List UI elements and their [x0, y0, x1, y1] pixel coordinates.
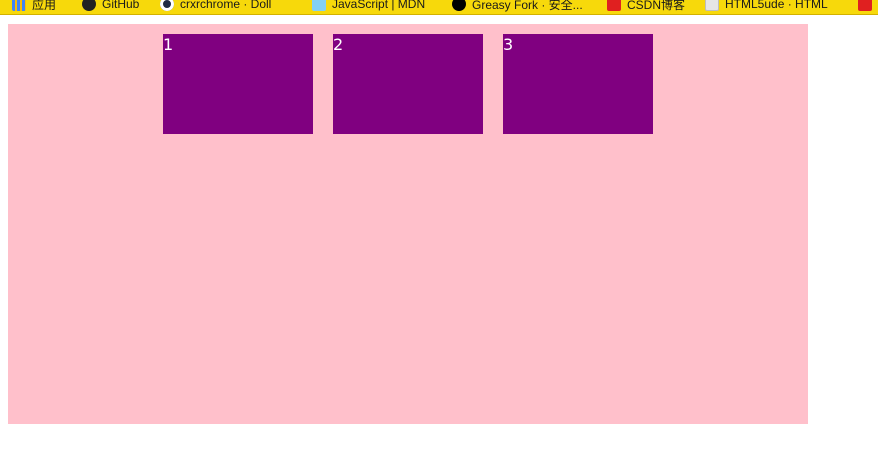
html5-icon — [705, 0, 719, 11]
github-icon — [82, 0, 96, 11]
bookmark-overflow[interactable] — [858, 0, 878, 14]
purple-box-3: 3 — [503, 34, 653, 134]
bookmark-label: HTML5ude · HTML — [725, 0, 828, 11]
bookmark-csdn[interactable]: CSDN博客 — [607, 0, 685, 14]
bookmark-label: crxrchrome · Doll — [180, 0, 272, 11]
bookmark-label: 应用 — [32, 0, 57, 12]
bookmark-greasy-fork[interactable]: Greasy Fork · 安全... — [452, 0, 583, 14]
bookmark-apps[interactable]: 应用 — [12, 0, 56, 14]
box-label: 3 — [503, 35, 514, 54]
box-label: 1 — [163, 35, 174, 54]
bookmark-mdn[interactable]: JavaScript | MDN — [312, 0, 425, 14]
bookmark-crx[interactable]: crxrchrome · Doll — [160, 0, 271, 14]
mdn-icon — [312, 0, 326, 11]
bookmark-github[interactable]: GitHub — [82, 0, 139, 14]
purple-box-2: 2 — [333, 34, 483, 134]
bookmark-label: JavaScript | MDN — [332, 0, 426, 11]
purple-box-1: 1 — [163, 34, 313, 134]
bookmark-label: Greasy Fork · 安全... — [472, 0, 583, 12]
apps-grid-icon — [12, 0, 26, 11]
bookmarks-bar: 应用 GitHub crxrchrome · Doll JavaScript |… — [0, 0, 878, 15]
crx-icon — [160, 0, 174, 11]
bookmark-label: CSDN博客 — [627, 0, 686, 12]
bookmark-label: GitHub — [102, 0, 140, 11]
box-label: 2 — [333, 35, 344, 54]
csdn-icon — [607, 0, 621, 11]
pink-container: 1 2 3 — [8, 24, 808, 424]
bookmark-icon — [858, 0, 872, 11]
bookmark-html5[interactable]: HTML5ude · HTML — [705, 0, 828, 14]
greasy-fork-icon — [452, 0, 466, 11]
